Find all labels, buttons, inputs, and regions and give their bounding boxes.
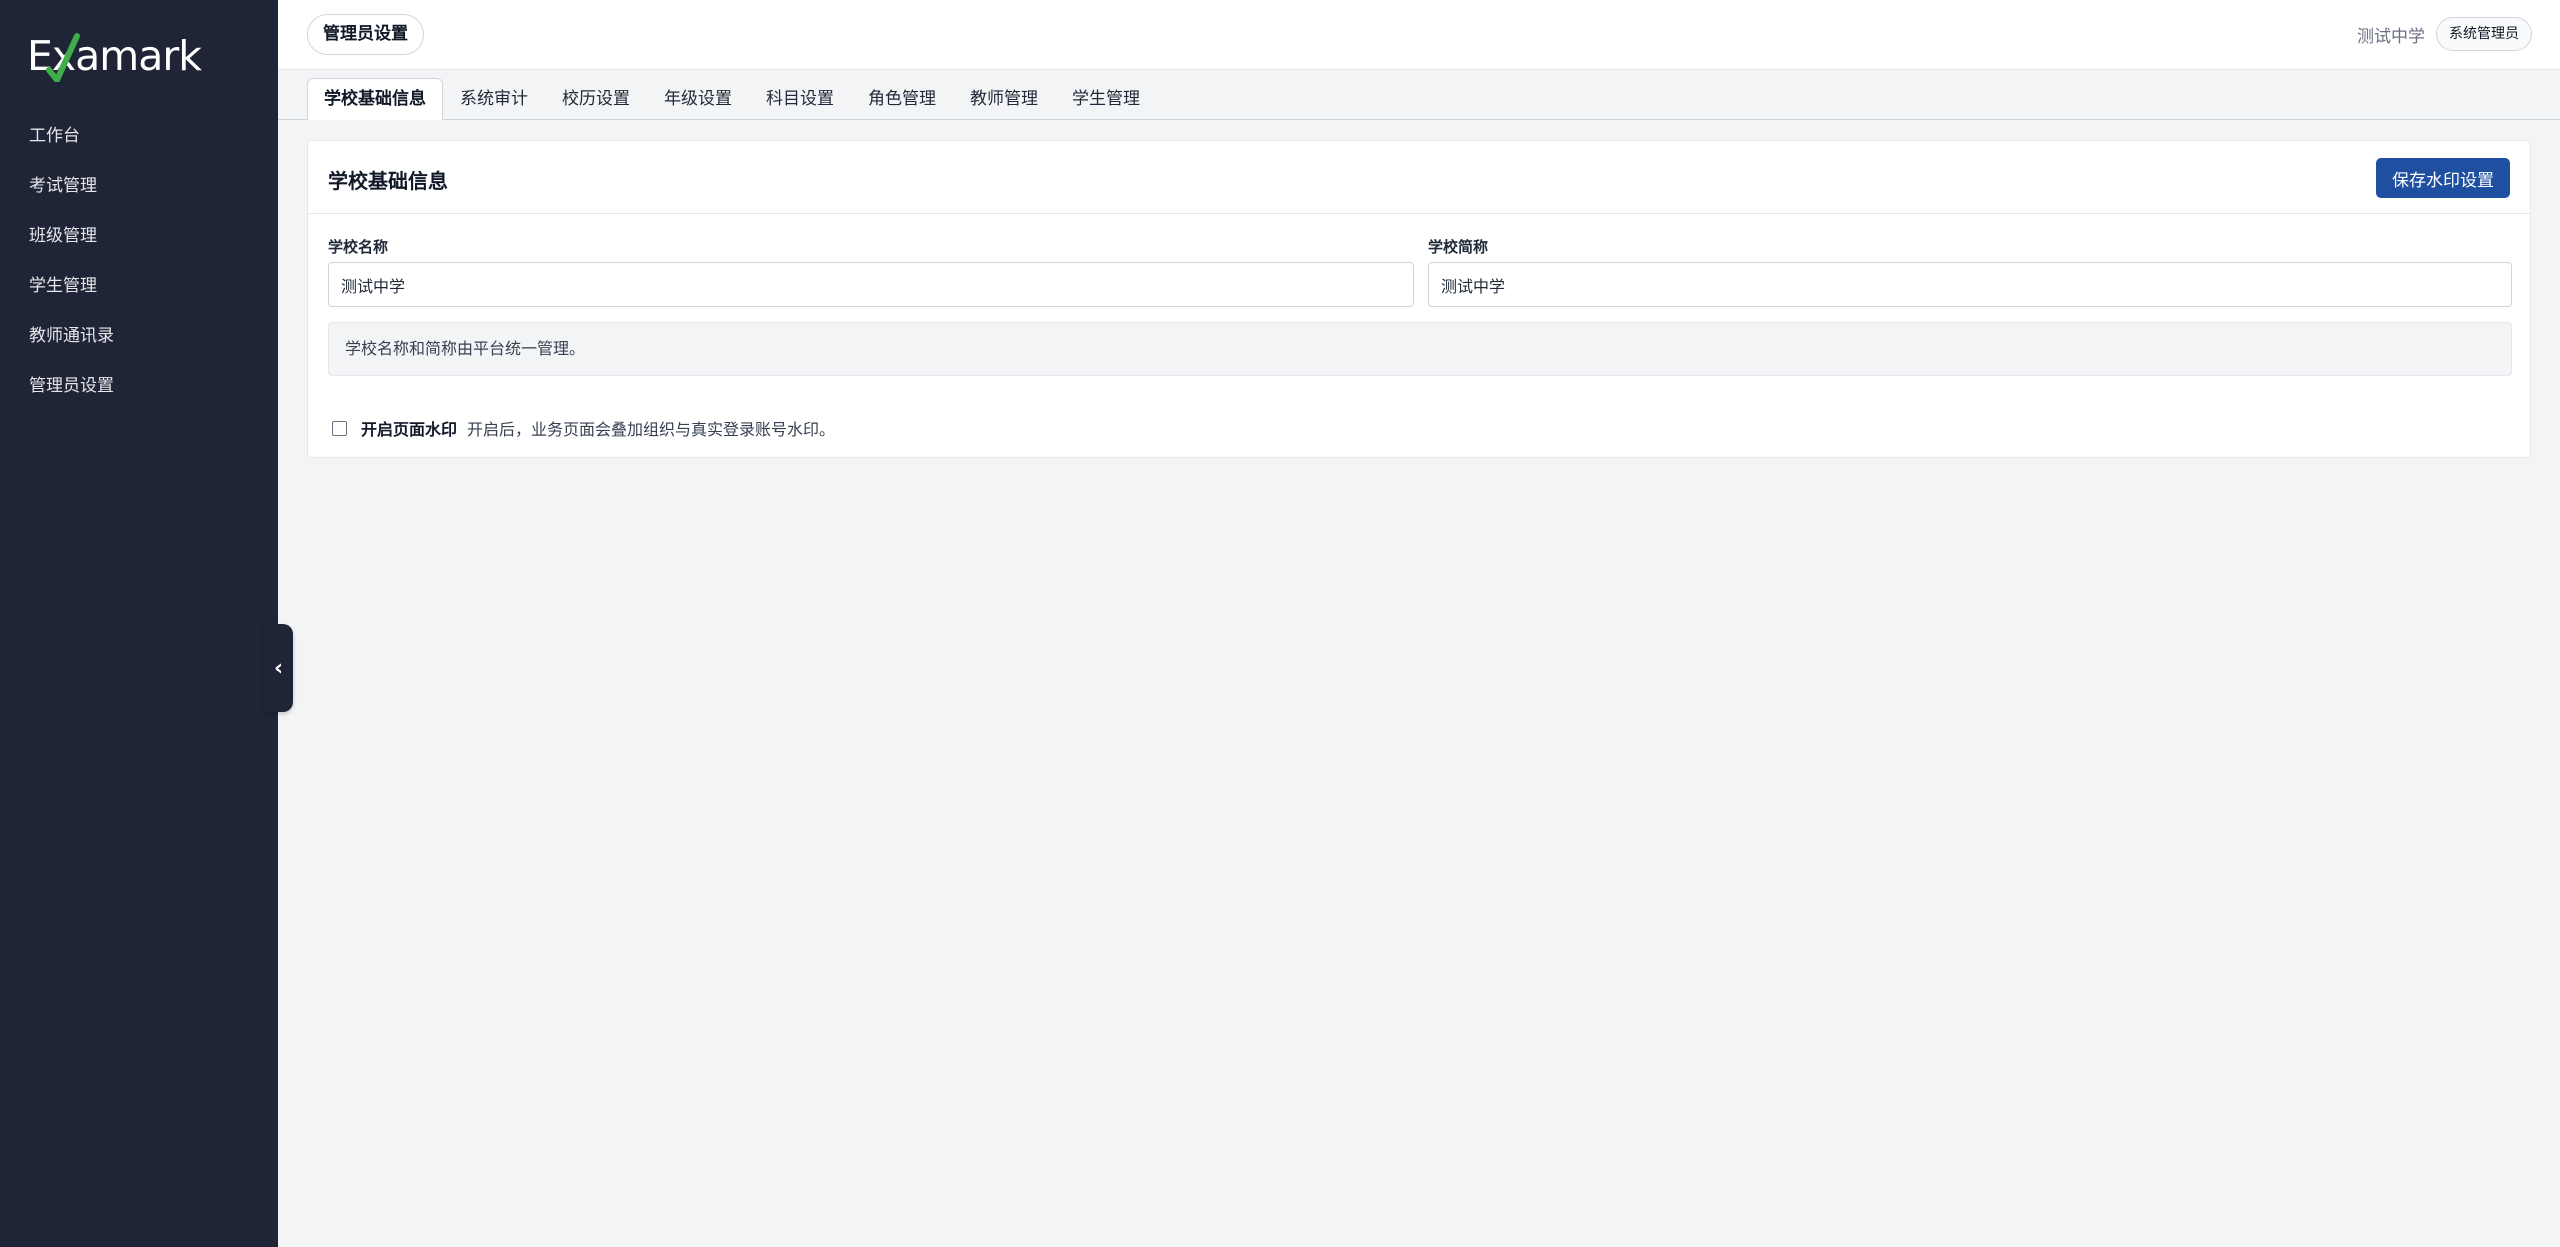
sidebar-nav: 工作台 考试管理 班级管理 学生管理 教师通讯录 管理员设置 (0, 118, 278, 418)
card-header: 学校基础信息 保存水印设置 (308, 141, 2530, 214)
topbar: 管理员设置 测试中学 系统管理员 (278, 0, 2560, 70)
tab-school-basic-info[interactable]: 学校基础信息 (307, 78, 443, 120)
sidebar: Examark 工作台 考试管理 班级管理 学生管理 教师通讯录 管理员设置 (0, 0, 278, 1247)
sidebar-item-classes[interactable]: 班级管理 (0, 218, 278, 268)
tab-student-management[interactable]: 学生管理 (1055, 78, 1157, 120)
sidebar-collapse-button[interactable]: ‹ (264, 624, 293, 712)
examark-logo[interactable]: Examark (27, 28, 227, 84)
school-name-input[interactable] (328, 262, 1414, 307)
tab-grade-settings[interactable]: 年级设置 (647, 78, 749, 120)
sidebar-item-exams[interactable]: 考试管理 (0, 168, 278, 218)
watermark-description: 开启后，业务页面会叠加组织与真实登录账号水印。 (467, 420, 836, 439)
tab-teacher-management[interactable]: 教师管理 (953, 78, 1055, 120)
tab-subject-settings[interactable]: 科目设置 (749, 78, 851, 120)
school-name-label: 学校名称 (328, 238, 389, 256)
settings-tabs: 学校基础信息 系统审计 校历设置 年级设置 科目设置 角色管理 教师管理 学生管… (307, 78, 1157, 120)
school-short-name-input[interactable] (1428, 262, 2512, 307)
school-name: 测试中学 (2357, 27, 2425, 47)
sidebar-item-admin-settings[interactable]: 管理员设置 (0, 368, 278, 418)
watermark-checkbox[interactable] (332, 420, 347, 436)
save-watermark-button[interactable]: 保存水印设置 (2376, 158, 2510, 198)
sidebar-item-workbench[interactable]: 工作台 (0, 118, 278, 168)
page-title: 管理员设置 (307, 14, 424, 55)
sidebar-item-teacher-directory[interactable]: 教师通讯录 (0, 318, 278, 368)
school-info-card: 学校基础信息 保存水印设置 学校名称 学校简称 学校名称和简称由平台统一管理。 … (307, 140, 2531, 458)
tab-calendar-settings[interactable]: 校历设置 (545, 78, 647, 120)
watermark-toggle-row: 开启页面水印 开启后，业务页面会叠加组织与真实登录账号水印。 (332, 416, 835, 440)
role-badge[interactable]: 系统管理员 (2436, 17, 2532, 51)
chevron-left-icon: ‹ (273, 655, 284, 681)
watermark-label[interactable]: 开启页面水印 (361, 416, 457, 440)
checkmark-icon (46, 33, 80, 82)
platform-managed-notice: 学校名称和简称由平台统一管理。 (328, 322, 2512, 376)
sidebar-item-students[interactable]: 学生管理 (0, 268, 278, 318)
card-title: 学校基础信息 (328, 169, 448, 193)
settings-tabbar: 学校基础信息 系统审计 校历设置 年级设置 科目设置 角色管理 教师管理 学生管… (278, 70, 2560, 120)
tab-role-management[interactable]: 角色管理 (851, 78, 953, 120)
school-short-name-label: 学校简称 (1428, 238, 1489, 256)
tab-system-audit[interactable]: 系统审计 (443, 78, 545, 120)
